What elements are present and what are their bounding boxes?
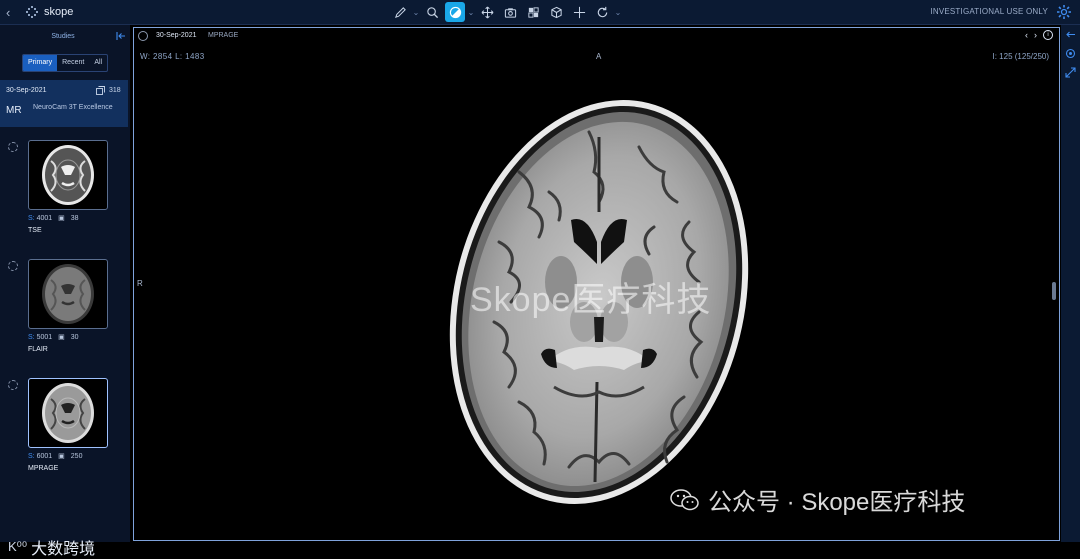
viewport-nav: ‹ › i bbox=[1025, 30, 1053, 40]
series-thumbnail[interactable] bbox=[28, 378, 108, 448]
slice-scrollbar[interactable] bbox=[1052, 282, 1056, 300]
series-thumbnail[interactable] bbox=[28, 259, 108, 329]
chevron-down-icon[interactable]: ⌄ bbox=[413, 2, 420, 22]
series-number: 4001 bbox=[36, 214, 53, 222]
series-item[interactable]: S: 6001 ▣ 250 MPRAGE bbox=[0, 378, 128, 488]
series-number-label: S: bbox=[28, 452, 35, 460]
chevron-left-icon[interactable]: ‹ bbox=[1025, 30, 1028, 40]
orientation-right: R bbox=[137, 279, 143, 288]
study-image-count: 318 bbox=[109, 87, 121, 94]
window-level: W: 2854 L: 1483 bbox=[140, 52, 205, 61]
image-viewport[interactable]: 30-Sep-2021 MPRAGE ‹ › i W: 2854 L: 1483… bbox=[133, 27, 1060, 541]
fullscreen-icon[interactable] bbox=[1065, 67, 1076, 78]
series-item[interactable]: S: 5001 ▣ 30 FLAIR bbox=[0, 259, 128, 369]
series-image-count: 30 bbox=[70, 333, 79, 341]
loading-icon bbox=[8, 142, 18, 152]
viewport-header: 30-Sep-2021 MPRAGE ‹ › i bbox=[134, 28, 1059, 44]
study-modality: MR bbox=[6, 105, 22, 116]
series-meta: S: 5001 ▣ 30 bbox=[28, 333, 79, 342]
series-number: 6001 bbox=[36, 452, 53, 460]
camera-icon[interactable] bbox=[500, 2, 520, 22]
image-stack-icon: ▣ bbox=[58, 215, 65, 222]
series-number-label: S: bbox=[28, 214, 35, 222]
viewport-date: 30-Sep-2021 bbox=[156, 32, 197, 39]
image-stack-icon: ▣ bbox=[58, 334, 65, 341]
sidebar-title: Studies bbox=[51, 33, 75, 40]
series-image-count: 38 bbox=[70, 214, 79, 222]
wechat-watermark-text: 公众号 · Skope医疗科技 bbox=[708, 489, 966, 516]
settings-icon[interactable] bbox=[1065, 48, 1076, 59]
chevron-right-icon[interactable]: › bbox=[1034, 30, 1037, 40]
right-toolbar bbox=[1061, 25, 1080, 542]
series-name: MPRAGE bbox=[28, 465, 59, 472]
series-item[interactable]: S: 4001 ▣ 38 TSE bbox=[0, 140, 128, 250]
series-meta: S: 6001 ▣ 250 bbox=[28, 452, 83, 461]
app-name: skope bbox=[44, 6, 74, 18]
series-number: 5001 bbox=[36, 333, 53, 341]
series-name: FLAIR bbox=[28, 346, 48, 353]
app-logo: skope bbox=[26, 6, 73, 18]
crosshair-icon[interactable] bbox=[569, 2, 589, 22]
filter-primary[interactable]: Primary bbox=[23, 55, 58, 71]
corner-watermark-text: 大数跨境 bbox=[31, 541, 96, 558]
study-filter: Primary Recent All bbox=[22, 54, 109, 72]
series-name: TSE bbox=[28, 227, 42, 234]
image-stack-icon bbox=[96, 86, 105, 95]
image-index: I: 125 (125/250) bbox=[992, 52, 1049, 61]
loading-icon bbox=[8, 261, 18, 271]
brand-logo-icon: K⁰⁰ bbox=[8, 539, 28, 554]
contrast-icon[interactable] bbox=[445, 2, 465, 22]
logo-icon bbox=[26, 6, 38, 18]
corner-watermark: K⁰⁰ 大数跨境 bbox=[8, 535, 95, 559]
series-thumbnail[interactable] bbox=[28, 140, 108, 210]
filter-all[interactable]: All bbox=[89, 55, 107, 71]
studies-sidebar: Studies Primary Recent All 30-Sep-2021 3… bbox=[0, 25, 130, 558]
info-icon[interactable]: i bbox=[1043, 30, 1053, 40]
layout-icon[interactable] bbox=[523, 2, 543, 22]
expand-panel-icon[interactable] bbox=[1065, 29, 1076, 40]
reset-icon[interactable] bbox=[592, 2, 612, 22]
study-date: 30-Sep-2021 bbox=[6, 87, 47, 94]
sync-icon[interactable] bbox=[138, 31, 148, 41]
chevron-down-icon[interactable]: ⌄ bbox=[615, 2, 622, 22]
series-image-count: 250 bbox=[70, 452, 83, 460]
chevron-down-icon[interactable]: ⌄ bbox=[468, 2, 475, 22]
study-description: NeuroCam 3T Excellence bbox=[33, 104, 113, 111]
toolbar: ⌄ ⌄ ⌄ bbox=[390, 0, 621, 24]
gear-icon[interactable] bbox=[1056, 4, 1072, 20]
image-stack-icon: ▣ bbox=[58, 453, 65, 460]
loading-icon bbox=[8, 380, 18, 390]
pencil-icon[interactable] bbox=[390, 2, 410, 22]
top-bar: ‹ skope ⌄ ⌄ ⌄ INVESTIGATIONAL USE ONLY bbox=[0, 0, 1080, 25]
wechat-watermark: 公众号 · Skope医疗科技 bbox=[670, 482, 965, 517]
collapse-sidebar-icon[interactable] bbox=[116, 31, 126, 41]
pan-icon[interactable] bbox=[477, 2, 497, 22]
center-watermark: Skope医疗科技 bbox=[470, 281, 712, 319]
investigational-notice: INVESTIGATIONAL USE ONLY bbox=[930, 7, 1048, 16]
back-icon[interactable]: ‹ bbox=[6, 5, 16, 20]
viewport-series: MPRAGE bbox=[208, 32, 239, 39]
series-meta: S: 4001 ▣ 38 bbox=[28, 214, 79, 223]
study-card[interactable]: 30-Sep-2021 318 MR NeuroCam 3T Excellenc… bbox=[0, 80, 128, 127]
filter-recent[interactable]: Recent bbox=[57, 55, 89, 71]
series-number-label: S: bbox=[28, 333, 35, 341]
zoom-icon[interactable] bbox=[422, 2, 442, 22]
orientation-anterior: A bbox=[596, 52, 602, 61]
wechat-icon bbox=[670, 488, 699, 510]
cube-icon[interactable] bbox=[546, 2, 566, 22]
